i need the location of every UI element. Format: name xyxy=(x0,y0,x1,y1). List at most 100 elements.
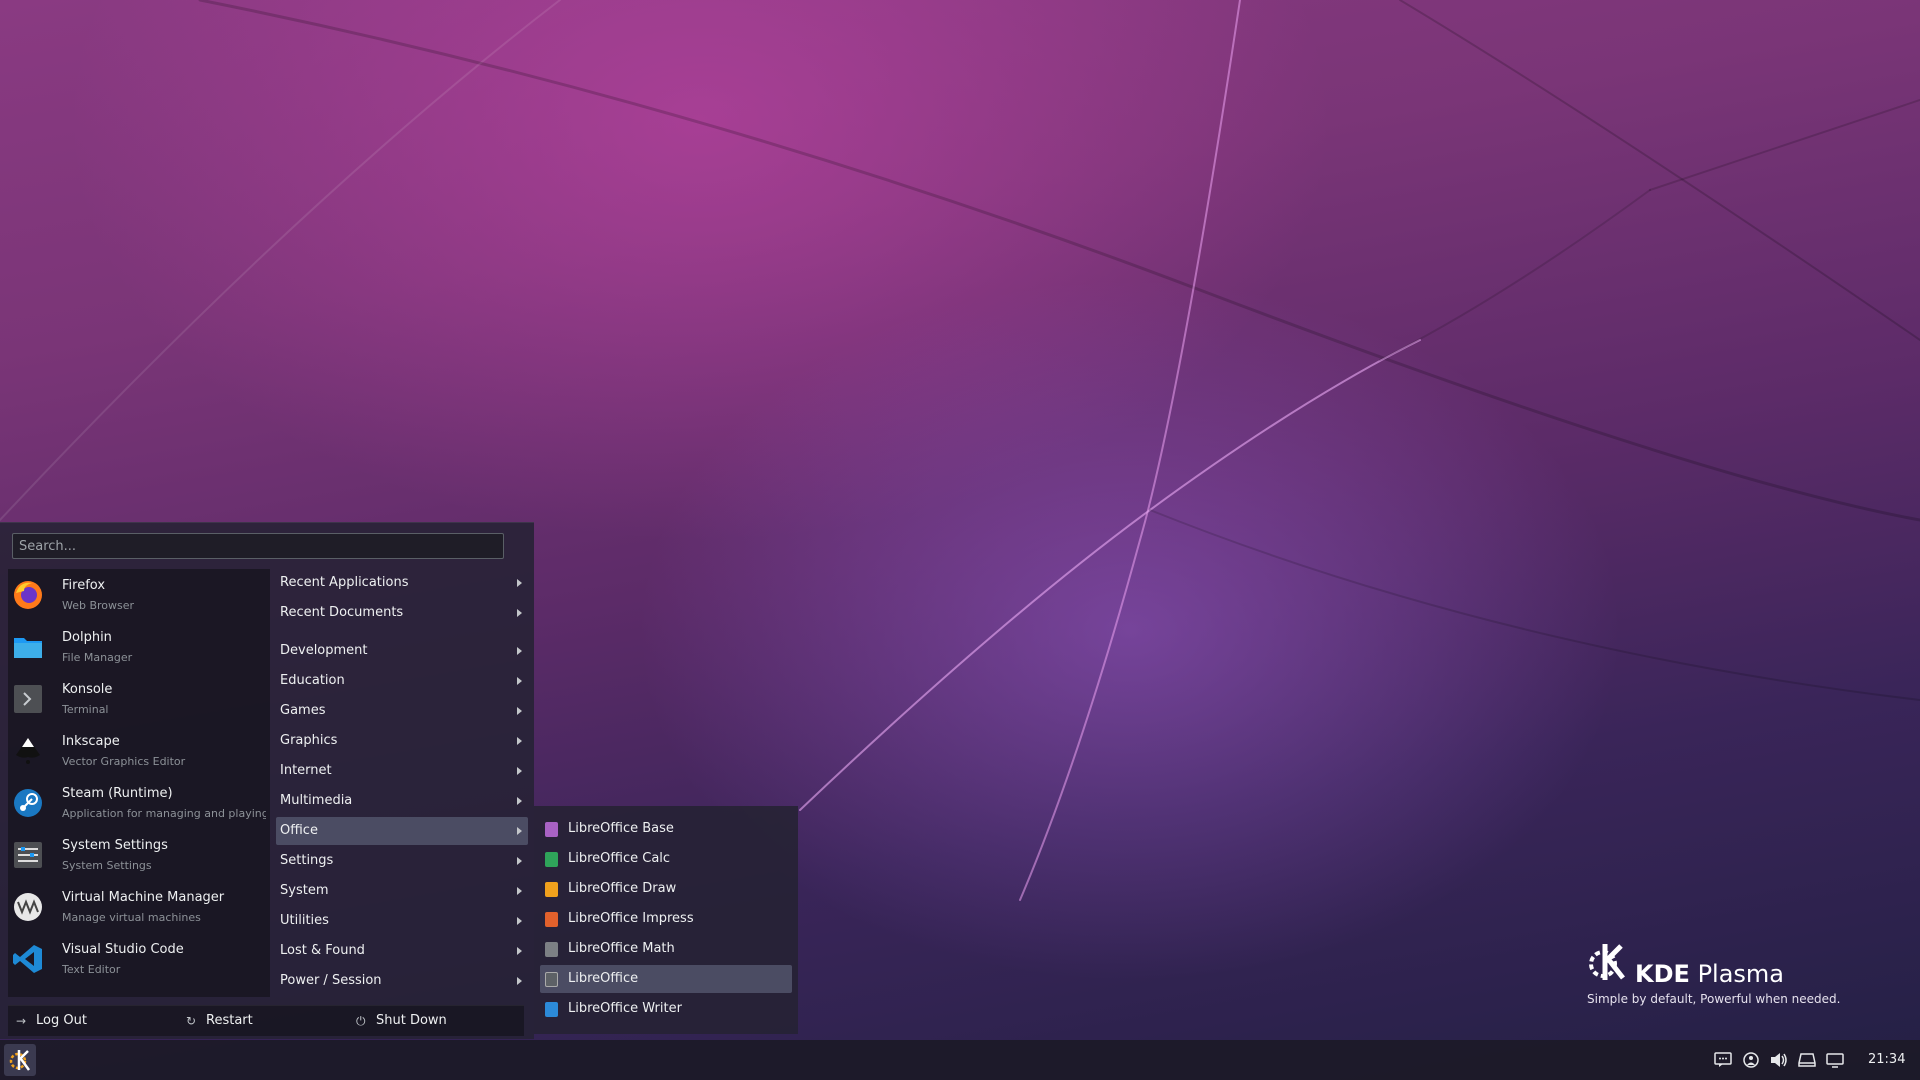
favorite-desc: Manage virtual machines xyxy=(62,911,201,924)
category-label: Power / Session xyxy=(280,973,382,988)
category-label: Recent Applications xyxy=(280,575,409,590)
libreoffice-base-icon xyxy=(545,822,558,837)
category-label: Internet xyxy=(280,763,332,778)
settings-icon xyxy=(14,842,42,868)
category-office[interactable]: Office xyxy=(276,817,528,845)
app-libreoffice-writer[interactable]: LibreOffice Writer xyxy=(540,995,792,1023)
category-label: System xyxy=(280,883,329,898)
favorite-desc: File Manager xyxy=(62,651,133,664)
favorite-dolphin[interactable]: Dolphin File Manager xyxy=(8,621,270,673)
favorite-desc: Application for managing and playing xyxy=(62,807,266,820)
chevron-right-icon xyxy=(517,797,522,805)
favorite-virtual-machine-manager[interactable]: Virtual Machine Manager Manage virtual m… xyxy=(8,881,270,933)
favorite-name: Konsole xyxy=(62,682,113,697)
favorite-konsole[interactable]: Konsole Terminal xyxy=(8,673,270,725)
brand-plasma: Plasma xyxy=(1697,960,1784,988)
network-icon[interactable] xyxy=(1742,1052,1760,1068)
chevron-right-icon xyxy=(517,887,522,895)
app-label: LibreOffice Impress xyxy=(568,911,694,926)
storage-icon[interactable] xyxy=(1798,1052,1816,1068)
app-label: LibreOffice xyxy=(568,971,639,986)
application-launcher-menu: Firefox Web Browser Dolphin File Manager… xyxy=(0,522,534,1039)
app-label: LibreOffice Draw xyxy=(568,881,677,896)
app-libreoffice-impress[interactable]: LibreOffice Impress xyxy=(540,905,792,933)
app-libreoffice-draw[interactable]: LibreOffice Draw xyxy=(540,875,792,903)
category-multimedia[interactable]: Multimedia xyxy=(276,787,528,815)
favorite-name: Inkscape xyxy=(62,734,120,749)
inkscape-icon xyxy=(16,738,40,764)
app-libreoffice[interactable]: LibreOffice xyxy=(540,965,792,993)
favorite-steam[interactable]: Steam (Runtime) Application for managing… xyxy=(8,777,270,829)
category-list: Recent Applications Recent Documents Dev… xyxy=(276,569,528,999)
chevron-right-icon xyxy=(517,767,522,775)
logout-button[interactable]: → Log Out xyxy=(16,1006,136,1036)
kde-logo-icon xyxy=(1589,944,1625,980)
logout-label: Log Out xyxy=(36,1013,87,1028)
category-system[interactable]: System xyxy=(276,877,528,905)
kde-launcher-icon xyxy=(9,1050,31,1071)
display-icon[interactable] xyxy=(1826,1052,1844,1068)
favorite-desc: Text Editor xyxy=(62,963,121,976)
category-settings[interactable]: Settings xyxy=(276,847,528,875)
favorite-firefox[interactable]: Firefox Web Browser xyxy=(8,569,270,621)
power-icon: ⏻ xyxy=(356,1014,366,1028)
brand-title: KDE Plasma xyxy=(1635,960,1784,988)
chevron-right-icon xyxy=(517,579,522,587)
libreoffice-math-icon xyxy=(545,942,558,957)
category-lost-and-found[interactable]: Lost & Found xyxy=(276,937,528,965)
favorite-name: Steam (Runtime) xyxy=(62,786,173,801)
restart-button[interactable]: ↻ Restart xyxy=(186,1006,306,1036)
favorite-desc: Terminal xyxy=(62,703,109,716)
favorite-vscode[interactable]: Visual Studio Code Text Editor xyxy=(8,933,270,985)
chevron-right-icon xyxy=(517,827,522,835)
chevron-right-icon xyxy=(517,707,522,715)
shutdown-button[interactable]: ⏻ Shut Down xyxy=(356,1006,476,1036)
volume-icon[interactable] xyxy=(1770,1052,1788,1068)
category-label: Education xyxy=(280,673,345,688)
chevron-right-icon xyxy=(517,647,522,655)
terminal-icon xyxy=(14,685,42,713)
favorite-system-settings[interactable]: System Settings System Settings xyxy=(8,829,270,881)
chevron-right-icon xyxy=(517,677,522,685)
chevron-right-icon xyxy=(517,737,522,745)
favorite-inkscape[interactable]: Inkscape Vector Graphics Editor xyxy=(8,725,270,777)
firefox-icon xyxy=(14,581,42,609)
chevron-right-icon xyxy=(517,977,522,985)
clock[interactable]: 21:34 xyxy=(1868,1052,1905,1067)
power-actions-bar: → Log Out ↻ Restart ⏻ Shut Down xyxy=(8,1005,524,1036)
favorite-desc: Vector Graphics Editor xyxy=(62,755,186,768)
chevron-right-icon xyxy=(517,857,522,865)
category-graphics[interactable]: Graphics xyxy=(276,727,528,755)
app-libreoffice-math[interactable]: LibreOffice Math xyxy=(540,935,792,963)
taskbar-panel: 21:34 xyxy=(0,1040,1920,1080)
favorite-desc: Web Browser xyxy=(62,599,135,612)
vscode-icon xyxy=(13,945,42,973)
app-libreoffice-calc[interactable]: LibreOffice Calc xyxy=(540,845,792,873)
category-recent-documents[interactable]: Recent Documents xyxy=(276,599,528,627)
favorite-name: Virtual Machine Manager xyxy=(62,890,225,905)
notes-icon[interactable] xyxy=(1714,1052,1732,1068)
folder-icon xyxy=(14,638,42,658)
category-label: Settings xyxy=(280,853,334,868)
chevron-right-icon xyxy=(517,947,522,955)
category-development[interactable]: Development xyxy=(276,637,528,665)
category-education[interactable]: Education xyxy=(276,667,528,695)
search-input[interactable] xyxy=(12,533,504,559)
application-launcher-button[interactable] xyxy=(4,1044,36,1076)
category-games[interactable]: Games xyxy=(276,697,528,725)
favorite-name: Visual Studio Code xyxy=(62,942,184,957)
category-utilities[interactable]: Utilities xyxy=(276,907,528,935)
category-label: Recent Documents xyxy=(280,605,404,620)
category-label: Graphics xyxy=(280,733,338,748)
vm-icon xyxy=(14,893,42,921)
category-power-session[interactable]: Power / Session xyxy=(276,967,528,995)
category-label: Office xyxy=(280,823,318,838)
category-internet[interactable]: Internet xyxy=(276,757,528,785)
category-recent-applications[interactable]: Recent Applications xyxy=(276,569,528,597)
restart-icon: ↻ xyxy=(186,1014,197,1028)
app-libreoffice-base[interactable]: LibreOffice Base xyxy=(540,815,792,843)
libreoffice-impress-icon xyxy=(545,912,558,927)
office-submenu: LibreOffice Base LibreOffice Calc LibreO… xyxy=(534,806,798,1034)
app-label: LibreOffice Base xyxy=(568,821,674,836)
category-label: Games xyxy=(280,703,326,718)
